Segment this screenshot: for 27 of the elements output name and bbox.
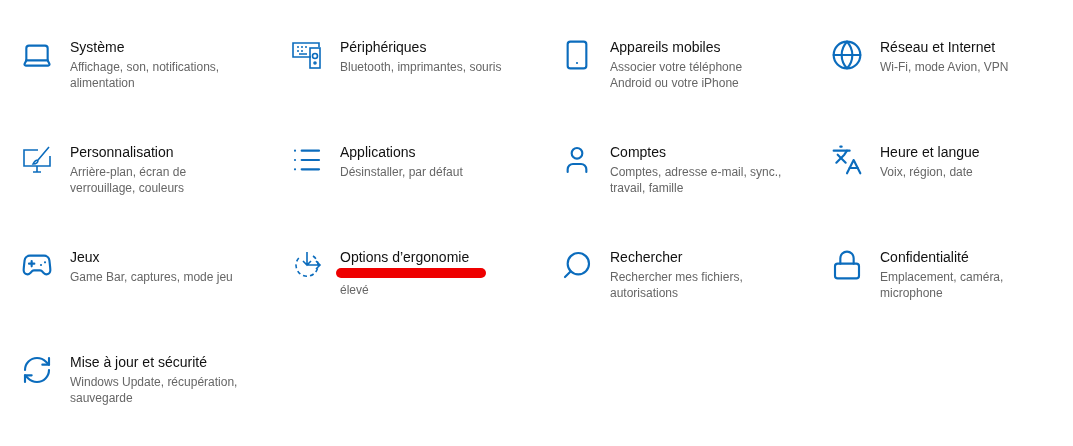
category-title[interactable]: Heure et langue <box>880 143 1055 162</box>
category-title[interactable]: Périphériques <box>340 38 515 57</box>
category-description: Désinstaller, par défaut <box>340 164 464 180</box>
category-title[interactable]: Rechercher <box>610 248 785 267</box>
category-title[interactable]: Jeux <box>70 248 245 267</box>
category-title[interactable]: Personnalisation <box>70 143 245 162</box>
category-description: Rechercher mes fichiers, autorisations <box>610 269 744 301</box>
category-title[interactable]: Confidentialité <box>880 248 1055 267</box>
category-title[interactable]: Options d’ergonomie <box>340 248 515 267</box>
category-description: Arrière-plan, écran de verrouillage, couleurs <box>70 164 188 196</box>
category-description: Game Bar, captures, mode jeu <box>70 269 234 285</box>
category-title[interactable]: Comptes <box>610 143 785 162</box>
category-description: Windows Update, récupération, sauvegarde <box>70 374 239 406</box>
category-description: Associer votre téléphone Android ou votre iPhone <box>610 59 744 91</box>
category-title[interactable]: Réseau et Internet <box>880 38 1055 57</box>
category-description: Voix, région, date <box>880 164 974 180</box>
category-description: Comptes, adresse e-mail, sync., travail, famille <box>610 164 783 196</box>
globe-icon <box>830 38 864 72</box>
category-title[interactable]: Système <box>70 38 245 57</box>
category-description: Affichage, son, notifications, alimentation <box>70 59 221 91</box>
category-description: Emplacement, caméra, microphone <box>880 269 1005 301</box>
category-title[interactable]: Mise à jour et sécurité <box>70 353 245 372</box>
category-description: Wi-Fi, mode Avion, VPN <box>880 59 1010 75</box>
category-description: Bluetooth, imprimantes, souris <box>340 59 503 75</box>
category-title[interactable]: Applications <box>340 143 515 162</box>
category-description: élevé <box>340 282 370 298</box>
category-title[interactable]: Appareils mobiles <box>610 38 785 57</box>
